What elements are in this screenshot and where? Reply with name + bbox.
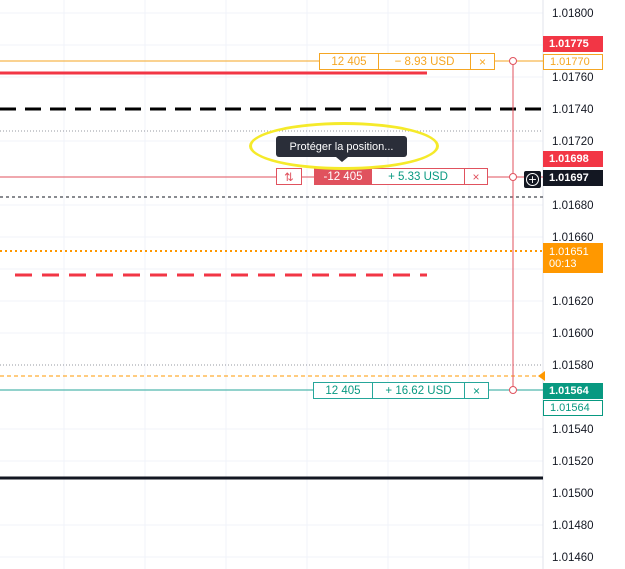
price-tick: 1.01620	[552, 296, 594, 308]
reverse-position-button[interactable]: ⇅	[276, 168, 302, 185]
countdown-price-badge: 1.01651 00:13	[543, 243, 603, 273]
countdown-time: 00:13	[549, 258, 577, 270]
tp-price-badge: 1.01770	[543, 54, 603, 70]
sl-connector-dot[interactable]	[509, 386, 517, 394]
position-pnl: + 5.33 USD	[372, 168, 464, 185]
sl-qty[interactable]: 12 405	[314, 383, 372, 398]
price-tick: 1.01580	[552, 360, 594, 372]
take-profit-order[interactable]: 12 405 − 8.93 USD ×	[319, 53, 495, 70]
position-order[interactable]: ⇅ -12 405 + 5.33 USD ×	[276, 168, 488, 185]
stop-loss-order[interactable]: 12 405 + 16.62 USD ×	[313, 382, 489, 399]
sl-price-outline-badge: 1.01564	[543, 400, 603, 416]
position-qty[interactable]: -12 405	[314, 168, 372, 185]
price-tick: 1.01540	[552, 424, 594, 436]
price-tick: 1.01680	[552, 200, 594, 212]
ask-price-badge: 1.01775	[543, 36, 603, 52]
price-tick: 1.01740	[552, 104, 594, 116]
tooltip-arrow	[336, 157, 348, 162]
position-close-button[interactable]: ×	[464, 168, 488, 185]
sl-price-badge: 1.01564	[543, 383, 603, 399]
plus-icon: +	[526, 173, 539, 186]
add-order-button[interactable]: +	[524, 171, 541, 188]
reverse-icon: ⇅	[284, 171, 294, 184]
tp-pnl: − 8.93 USD	[378, 54, 470, 69]
price-tick: 1.01460	[552, 552, 594, 564]
tp-close-button[interactable]: ×	[470, 54, 494, 69]
chart-canvas[interactable]: 1.01800 1.01760 1.01740 1.01720 1.01680 …	[0, 0, 625, 569]
vertical-grid	[63, 0, 470, 569]
price-tick: 1.01720	[552, 136, 594, 148]
price-tick: 1.01800	[552, 8, 594, 20]
price-tick: 1.01520	[552, 456, 594, 468]
position-connector-dot[interactable]	[509, 173, 517, 181]
horizontal-grid	[0, 12, 543, 558]
protect-position-tooltip: Protéger la position...	[276, 136, 407, 157]
price-tick: 1.01480	[552, 520, 594, 532]
price-tick: 1.01500	[552, 488, 594, 500]
countdown-price: 1.01651	[549, 246, 589, 258]
sl-pnl: + 16.62 USD	[372, 383, 464, 398]
price-marker-triangle	[538, 371, 545, 381]
tp-connector-dot[interactable]	[509, 57, 517, 65]
last-price-badge: 1.01697	[543, 170, 603, 186]
price-tick: 1.01600	[552, 328, 594, 340]
bid-price-badge: 1.01698	[543, 151, 603, 167]
tp-qty[interactable]: 12 405	[320, 54, 378, 69]
price-axis[interactable]: 1.01800 1.01760 1.01740 1.01720 1.01680 …	[552, 8, 594, 564]
price-tick: 1.01760	[552, 72, 594, 84]
sl-close-button[interactable]: ×	[464, 383, 488, 398]
